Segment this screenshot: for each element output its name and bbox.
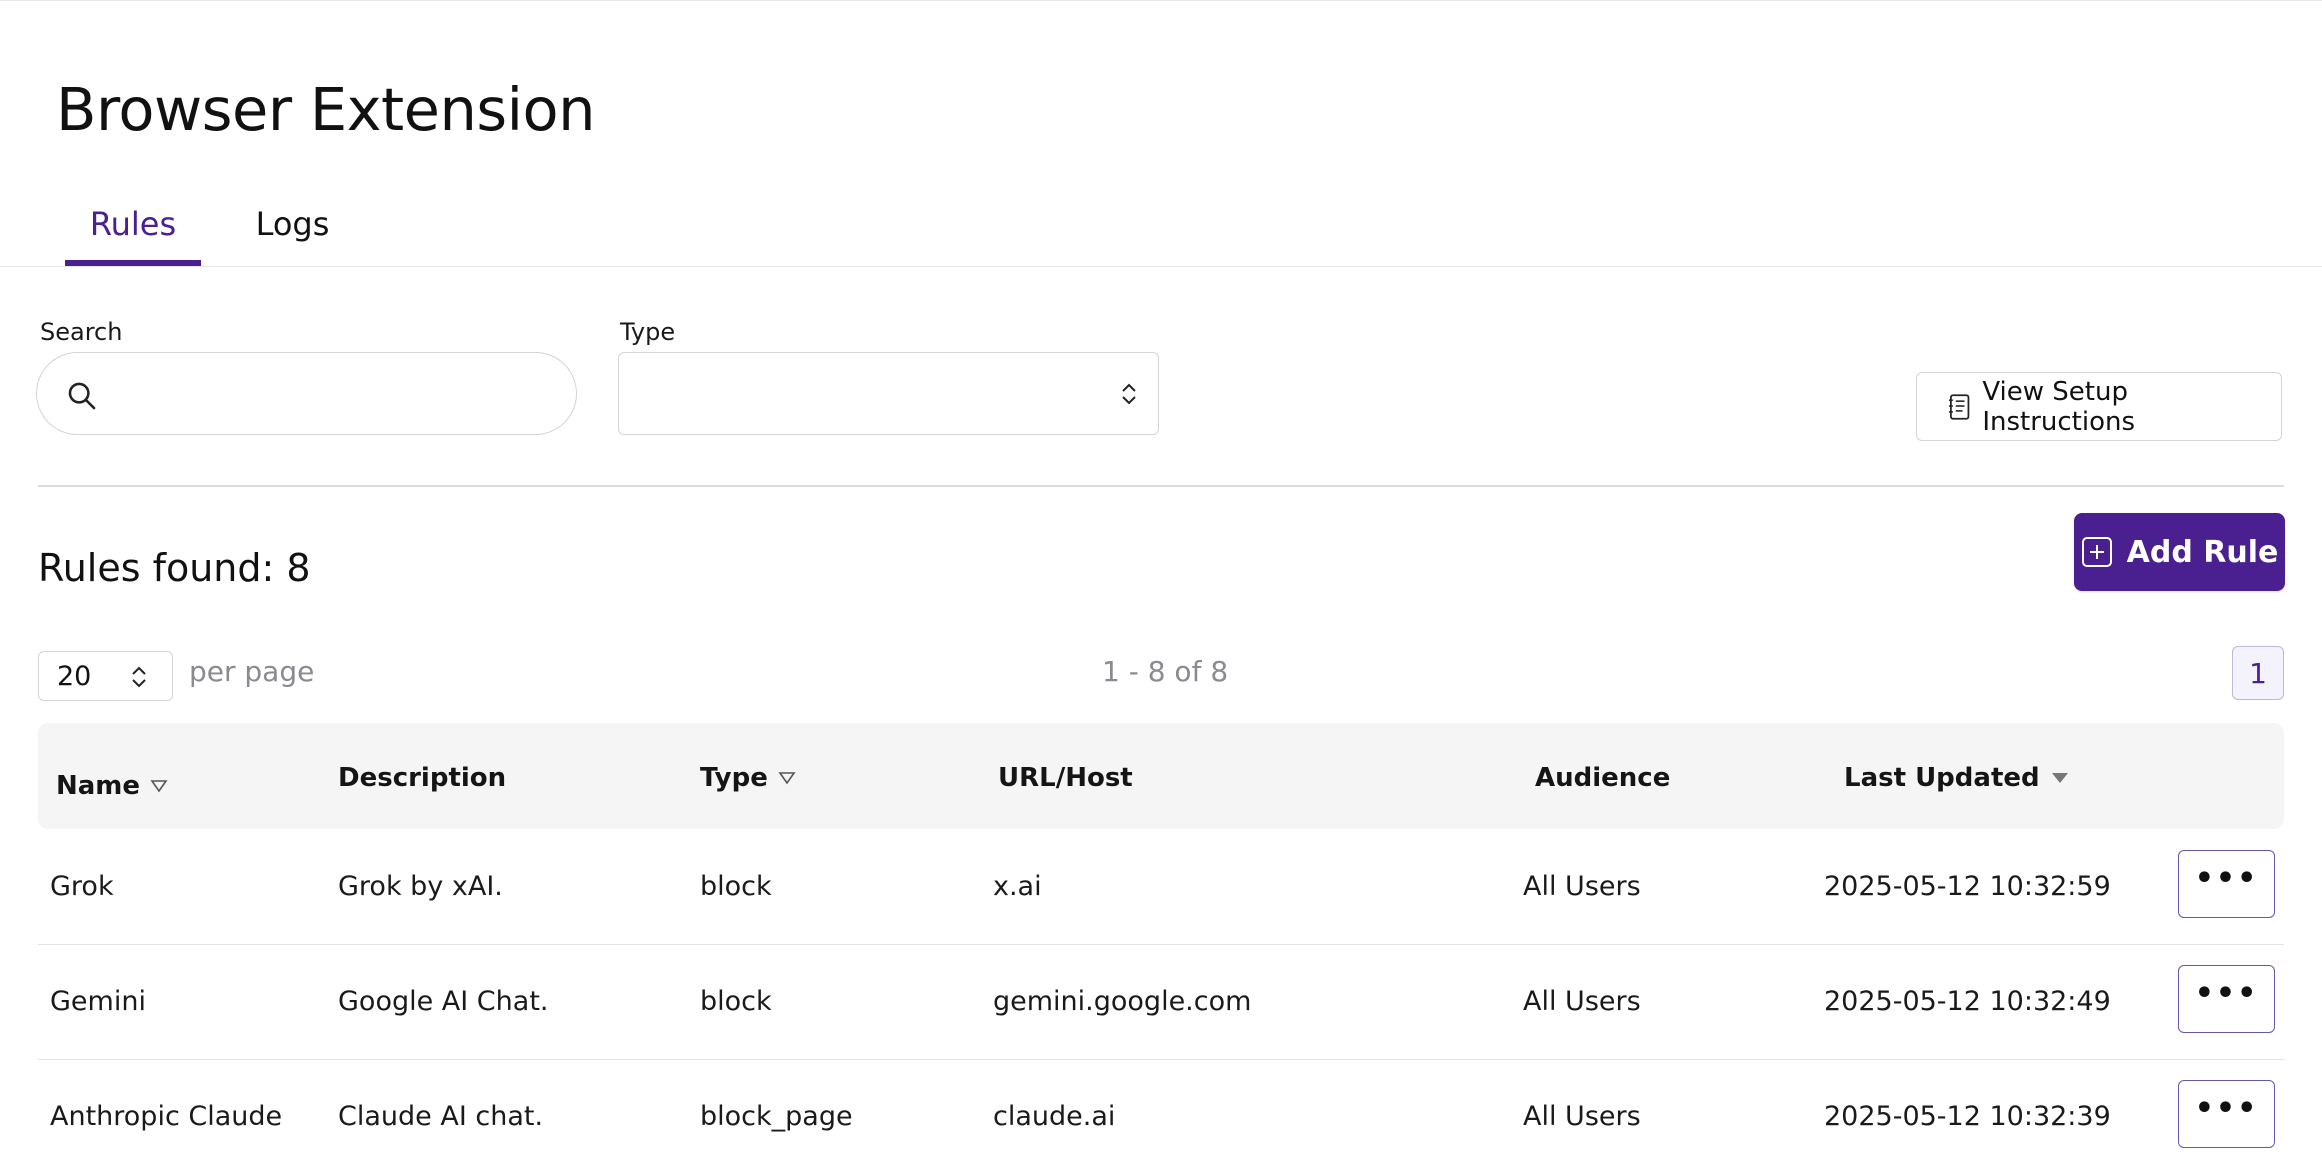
more-dots-icon: ••• <box>2194 1091 2259 1126</box>
cell-last-updated: 2025-05-12 10:32:59 <box>1824 871 2111 902</box>
cell-url: gemini.google.com <box>993 986 1252 1017</box>
column-header-url-host: URL/Host <box>998 763 1133 793</box>
column-header-audience-label: Audience <box>1535 763 1671 793</box>
filter-triangle-icon <box>778 772 796 785</box>
page-title: Browser Extension <box>56 75 595 144</box>
cell-audience: All Users <box>1523 871 1641 902</box>
add-rule-button[interactable]: Add Rule <box>2074 513 2285 591</box>
page-button-1[interactable]: 1 <box>2232 646 2284 700</box>
filter-triangle-icon <box>150 780 168 793</box>
cell-last-updated: 2025-05-12 10:32:49 <box>1824 986 2111 1017</box>
cell-name: Anthropic Claude <box>50 1101 283 1132</box>
column-header-name-label: Name <box>56 771 141 801</box>
column-header-type[interactable]: Type <box>700 763 796 793</box>
tab-rules[interactable]: Rules <box>65 196 201 266</box>
column-header-url-host-label: URL/Host <box>998 763 1133 793</box>
search-field[interactable] <box>36 352 577 435</box>
top-divider <box>0 0 2322 1</box>
more-dots-icon: ••• <box>2194 861 2259 896</box>
column-header-last-updated[interactable]: Last Updated <box>1844 763 2070 793</box>
rules-found-count: Rules found: 8 <box>38 546 311 590</box>
cell-name: Grok <box>50 871 114 902</box>
type-select[interactable] <box>618 352 1159 435</box>
cell-type: block_page <box>700 1101 853 1132</box>
section-divider <box>38 485 2284 487</box>
column-header-audience: Audience <box>1535 763 1670 793</box>
column-header-description: Description <box>338 763 506 793</box>
cell-audience: All Users <box>1523 986 1641 1017</box>
cell-type: block <box>700 986 772 1017</box>
cell-last-updated: 2025-05-12 10:32:39 <box>1824 1101 2111 1132</box>
column-header-name[interactable]: Name <box>56 771 168 801</box>
per-page-label: per page <box>189 655 315 688</box>
row-actions-button[interactable]: ••• <box>2178 965 2275 1033</box>
column-header-last-updated-label: Last Updated <box>1844 763 2040 793</box>
tab-bar: Rules Logs <box>0 196 2322 267</box>
table-row: Gemini Google AI Chat. block gemini.goog… <box>38 944 2284 1060</box>
type-label: Type <box>620 318 676 346</box>
document-list-icon <box>1948 393 1970 420</box>
cell-audience: All Users <box>1523 1101 1641 1132</box>
more-dots-icon: ••• <box>2194 976 2259 1011</box>
cell-description: Grok by xAI. <box>338 871 503 902</box>
search-icon <box>68 382 96 410</box>
tab-logs[interactable]: Logs <box>240 196 345 266</box>
pagination-range: 1 - 8 of 8 <box>1102 655 1229 688</box>
search-input[interactable] <box>107 365 551 423</box>
per-page-value: 20 <box>57 661 92 692</box>
column-header-description-label: Description <box>338 763 507 793</box>
cell-description: Claude AI chat. <box>338 1101 544 1132</box>
cell-name: Gemini <box>50 986 146 1017</box>
row-actions-button[interactable]: ••• <box>2178 1080 2275 1148</box>
plus-square-icon <box>2081 537 2112 567</box>
cell-description: Google AI Chat. <box>338 986 549 1017</box>
view-setup-instructions-label: View Setup Instructions <box>1982 376 2136 437</box>
search-label: Search <box>40 318 123 346</box>
view-setup-instructions-button[interactable]: View Setup Instructions <box>1916 372 2282 441</box>
chevron-updown-icon <box>1122 383 1136 405</box>
row-actions-button[interactable]: ••• <box>2178 850 2275 918</box>
add-rule-label: Add Rule <box>2126 534 2279 570</box>
cell-url: claude.ai <box>993 1101 1116 1132</box>
sort-desc-icon <box>2051 773 2068 783</box>
cell-type: block <box>700 871 772 902</box>
column-header-type-label: Type <box>700 763 768 793</box>
table-header: Name Description Type URL/Host Audience … <box>38 723 2284 829</box>
table-row: Anthropic Claude Claude AI chat. block_p… <box>38 1059 2284 1174</box>
per-page-select[interactable]: 20 <box>38 651 173 701</box>
chevron-updown-icon <box>132 666 146 688</box>
table-row: Grok Grok by xAI. block x.ai All Users 2… <box>38 829 2284 945</box>
cell-url: x.ai <box>993 871 1042 902</box>
